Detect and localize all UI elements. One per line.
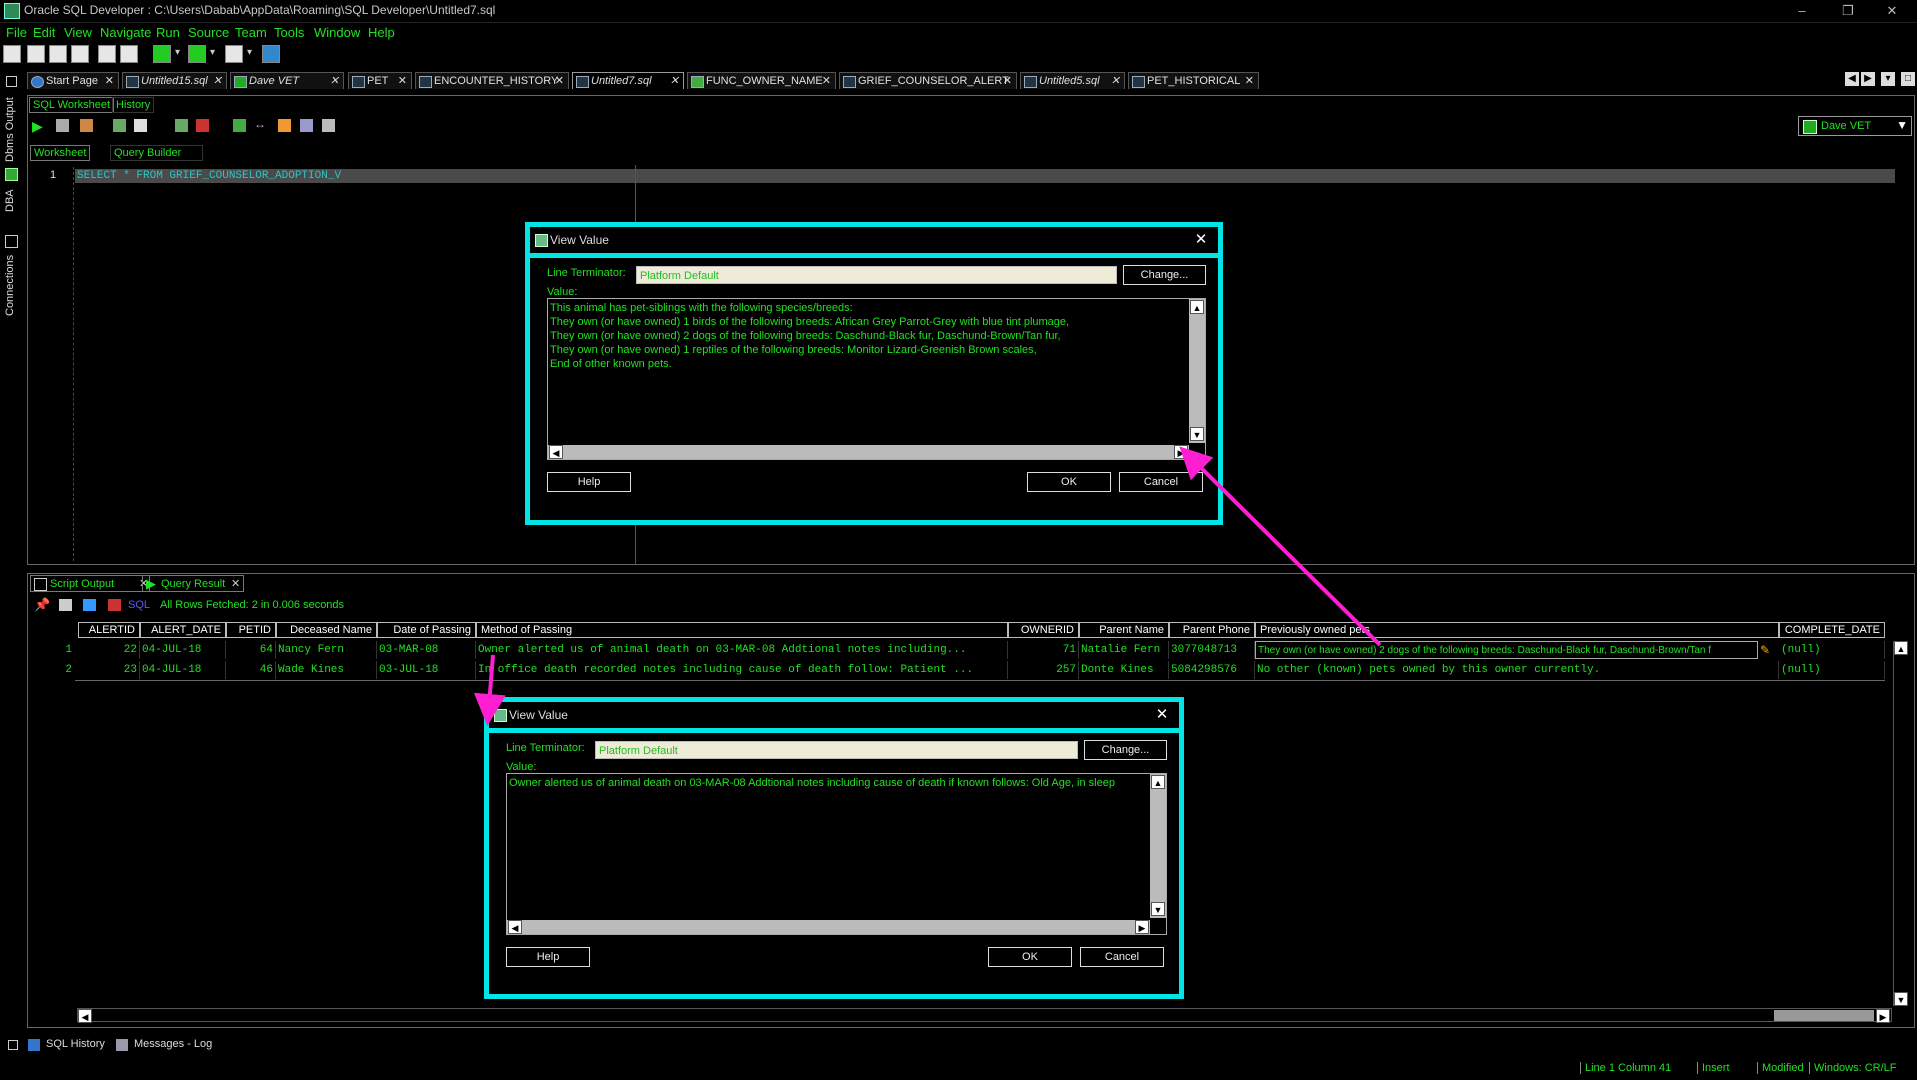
sql-history-icon (28, 1039, 40, 1051)
pin-icon[interactable] (8, 1040, 18, 1050)
bottom-dock: SQL History Messages - Log (6, 1037, 306, 1055)
line-endings: Windows: CR/LF (1809, 1062, 1897, 1074)
messages-icon (116, 1039, 128, 1051)
messages-log-tab[interactable]: Messages - Log (134, 1038, 212, 1050)
cursor-position: Line 1 Column 41 (1580, 1062, 1671, 1074)
arrow-to-dialog-2 (473, 654, 506, 726)
modified-status: Modified (1757, 1062, 1804, 1074)
status-bar: Line 1 Column 41 Insert Modified Windows… (0, 1058, 1917, 1080)
annotation-arrows (473, 446, 1382, 726)
arrow-to-dialog-1 (1179, 446, 1382, 647)
sql-history-tab[interactable]: SQL History (46, 1038, 105, 1050)
edit-mode: Insert (1697, 1062, 1730, 1074)
